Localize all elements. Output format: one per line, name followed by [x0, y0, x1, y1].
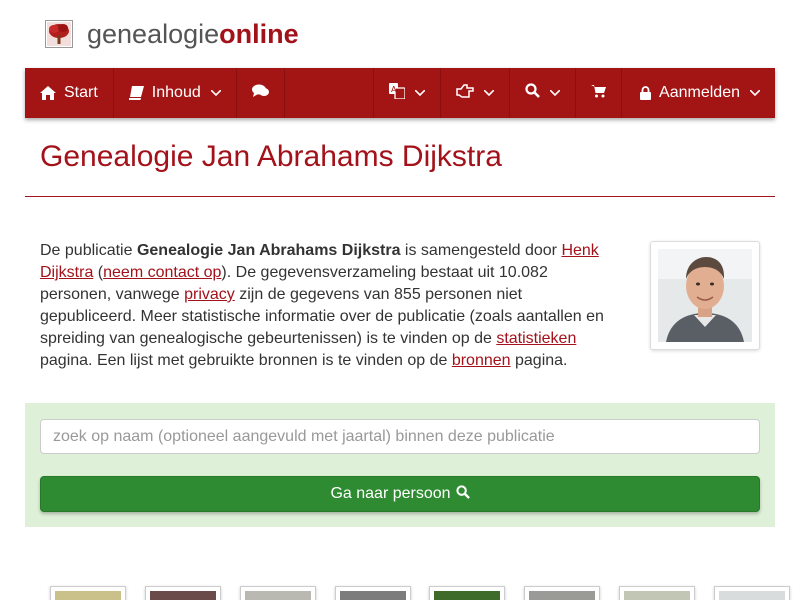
brand-name-bold: online — [219, 19, 299, 49]
nav-start[interactable]: Start — [25, 68, 114, 118]
nav-inhoud[interactable]: Inhoud — [114, 68, 237, 118]
contact-link[interactable]: neem contact op — [103, 264, 221, 281]
site-logo[interactable]: genealogieonline — [45, 18, 299, 50]
home-icon — [40, 86, 56, 100]
nav-actions[interactable] — [441, 68, 511, 118]
person-photo-thumbnail[interactable] — [619, 586, 695, 600]
hand-point-icon — [456, 83, 474, 103]
nav-spacer — [285, 68, 375, 118]
nav-forum[interactable] — [237, 68, 285, 118]
nav-login-label: Aanmelden — [659, 84, 740, 101]
person-search-input[interactable] — [40, 419, 760, 454]
title-divider — [25, 196, 775, 197]
privacy-link[interactable]: privacy — [184, 286, 235, 303]
intro-text: De publicatie — [40, 242, 137, 259]
chevron-down-icon — [550, 90, 561, 96]
main-navbar: Start Inhoud A Aanmelden — [25, 68, 775, 118]
person-photo-thumbnail[interactable] — [429, 586, 505, 600]
nav-search[interactable] — [510, 68, 577, 118]
sources-link[interactable]: bronnen — [452, 352, 511, 369]
person-photo-thumbnail[interactable] — [240, 586, 316, 600]
cart-icon — [591, 84, 607, 103]
nav-login[interactable]: Aanmelden — [622, 68, 775, 118]
book-icon — [128, 86, 144, 100]
person-photo-strip — [48, 586, 800, 600]
intro-text: ( — [93, 264, 104, 281]
nav-cart[interactable] — [576, 68, 623, 118]
brand-name-plain: genealogie — [87, 19, 220, 49]
person-photo-thumbnail[interactable] — [524, 586, 600, 600]
person-photo-thumbnail[interactable] — [145, 586, 221, 600]
person-photo-thumbnail[interactable] — [50, 586, 126, 600]
search-icon — [451, 484, 470, 504]
person-photo-thumbnail[interactable] — [335, 586, 411, 600]
chevron-down-icon — [210, 90, 221, 96]
intro-text: pagina. — [510, 352, 568, 369]
publication-name: Genealogie Jan Abrahams Dijkstra — [136, 242, 401, 259]
lock-icon — [640, 86, 652, 100]
svg-text:A: A — [391, 85, 397, 94]
go-to-person-button[interactable]: Ga naar persoon — [40, 476, 760, 512]
nav-start-label: Start — [64, 84, 98, 101]
chevron-down-icon — [484, 90, 495, 96]
search-icon — [525, 83, 540, 103]
author-portrait — [658, 249, 752, 342]
nav-inhoud-label: Inhoud — [151, 84, 201, 101]
chevron-down-icon — [415, 90, 426, 96]
statistics-link[interactable]: statistieken — [496, 330, 576, 347]
translate-icon: A — [389, 82, 406, 104]
comments-icon — [251, 84, 269, 103]
intro-text: is samengesteld door — [400, 242, 562, 259]
chevron-down-icon — [750, 90, 760, 96]
page-title: Genealogie Jan Abrahams Dijkstra — [40, 140, 502, 173]
publication-search-panel: Ga naar persoon — [25, 403, 775, 527]
person-photo-thumbnail[interactable] — [714, 586, 790, 600]
go-to-person-label: Ga naar persoon — [330, 485, 451, 502]
intro-text: pagina. Een lijst met gebruikte bronnen … — [40, 352, 452, 369]
author-photo[interactable] — [650, 241, 760, 350]
nav-language[interactable]: A — [374, 68, 442, 118]
publication-intro: De publicatie Genealogie Jan Abrahams Di… — [40, 240, 615, 372]
site-name: genealogieonline — [87, 18, 299, 50]
tree-logo-icon — [45, 20, 73, 48]
